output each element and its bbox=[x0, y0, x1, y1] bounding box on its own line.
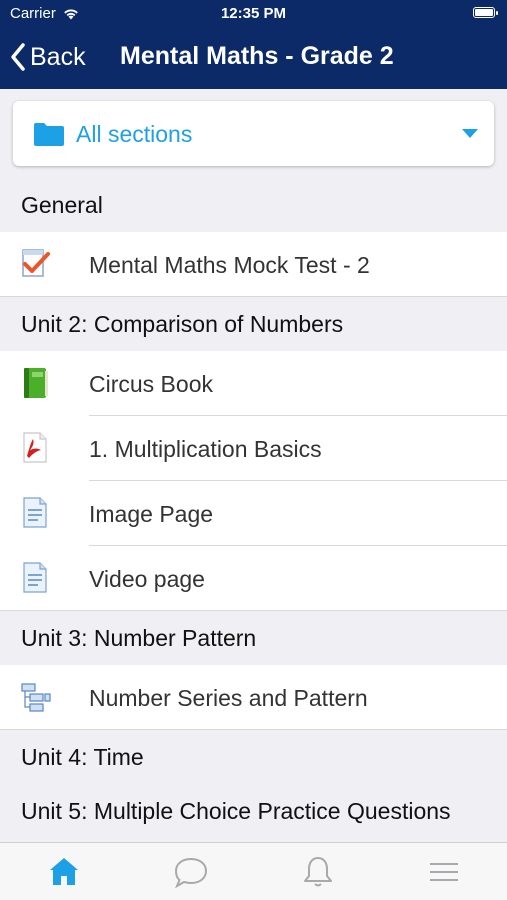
menu-icon bbox=[430, 863, 458, 881]
sections-dropdown[interactable]: All sections bbox=[13, 101, 494, 166]
list-item[interactable]: Image Page bbox=[0, 481, 507, 546]
section-header-unit-3: Unit 3: Number Pattern bbox=[0, 611, 507, 665]
item-label: Number Series and Pattern bbox=[89, 685, 368, 711]
item-label: 1. Multiplication Basics bbox=[89, 436, 322, 462]
back-button[interactable]: Back bbox=[10, 38, 86, 76]
list-item[interactable]: Mental Maths Mock Test - 2 bbox=[0, 232, 507, 297]
item-label: Image Page bbox=[89, 501, 214, 527]
back-label: Back bbox=[30, 42, 86, 71]
section-header-general: General bbox=[0, 178, 507, 232]
folder-icon bbox=[34, 123, 64, 146]
home-icon bbox=[50, 858, 78, 885]
battery-icon bbox=[473, 7, 498, 18]
tab-more[interactable] bbox=[424, 855, 464, 889]
status-bar: Carrier 12:35 PM bbox=[0, 0, 507, 26]
course-content-list: General Mental Maths Mock Test - 2 Unit … bbox=[0, 178, 507, 838]
page-icon bbox=[23, 562, 47, 593]
section-header-unit-2: Unit 2: Comparison of Numbers bbox=[0, 297, 507, 351]
list-item[interactable]: Circus Book bbox=[0, 351, 507, 416]
item-label: Mental Maths Mock Test - 2 bbox=[89, 252, 370, 278]
tab-notifications[interactable] bbox=[298, 855, 338, 889]
tab-home[interactable] bbox=[44, 855, 84, 889]
pdf-icon bbox=[23, 432, 47, 463]
section-header-unit-4: Unit 4: Time bbox=[0, 730, 507, 784]
list-item[interactable]: 1. Multiplication Basics bbox=[0, 416, 507, 481]
tab-bar bbox=[0, 842, 507, 900]
section-header-unit-5: Unit 5: Multiple Choice Practice Questio… bbox=[0, 784, 507, 838]
glossary-icon bbox=[21, 683, 51, 712]
list-item[interactable]: Video page bbox=[0, 546, 507, 611]
book-icon bbox=[24, 368, 48, 398]
page-title: Mental Maths - Grade 2 bbox=[120, 42, 394, 70]
status-time: 12:35 PM bbox=[220, 5, 287, 22]
caret-down-icon bbox=[462, 129, 478, 138]
item-label: Circus Book bbox=[89, 371, 213, 397]
tab-messages[interactable] bbox=[171, 855, 211, 889]
bell-icon bbox=[304, 857, 332, 887]
list-item[interactable]: Number Series and Pattern bbox=[0, 665, 507, 730]
chat-icon bbox=[174, 857, 208, 889]
sections-dropdown-label: All sections bbox=[76, 121, 193, 147]
quiz-icon bbox=[22, 249, 50, 277]
page-icon bbox=[23, 497, 47, 528]
chevron-left-icon bbox=[11, 43, 25, 71]
item-label: Video page bbox=[89, 566, 205, 592]
nav-bar: Back Mental Maths - Grade 2 bbox=[0, 26, 507, 89]
